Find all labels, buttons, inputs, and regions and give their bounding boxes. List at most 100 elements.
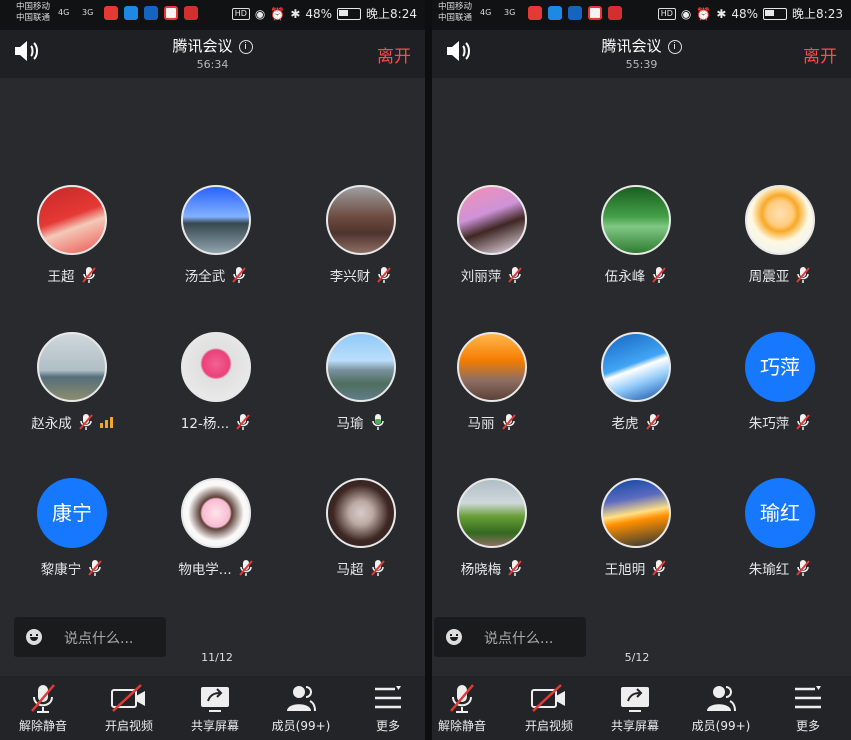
- hd-icon: HD: [231, 7, 250, 20]
- mic-active-icon: [371, 414, 384, 430]
- members-button[interactable]: 成员(99+): [259, 680, 343, 734]
- chat-input[interactable]: 说点什么...: [434, 617, 586, 657]
- share-screen-icon: [621, 687, 649, 712]
- mic-muted-icon: [377, 267, 392, 283]
- participant-tile[interactable]: 巧萍 朱巧萍: [710, 332, 850, 432]
- emoji-icon[interactable]: [26, 629, 42, 645]
- mic-muted-icon: [370, 560, 385, 576]
- start-video-label: 开启视频: [104, 719, 153, 733]
- status-bar: 中国移动 中国联通 4G 3G HD ◉ ⏰ ✱ 48% 晚上8:23: [432, 0, 851, 30]
- share-screen-label: 共享屏幕: [190, 719, 239, 733]
- share-screen-button[interactable]: 共享屏幕: [173, 680, 257, 734]
- meeting-title[interactable]: 腾讯会议 i: [0, 35, 425, 56]
- participant-name: 汤全武: [184, 269, 226, 285]
- participant-name: 马瑜: [336, 416, 364, 432]
- bluetooth-icon: ✱: [290, 6, 301, 21]
- participant-name: 12-杨...: [180, 416, 230, 432]
- carrier-2: 中国联通: [438, 13, 473, 23]
- chat-placeholder: 说点什么...: [64, 631, 134, 647]
- more-button[interactable]: 更多: [766, 680, 850, 734]
- share-screen-button[interactable]: 共享屏幕: [593, 680, 677, 734]
- participant-tile[interactable]: 王旭明: [566, 478, 706, 578]
- participant-name: 马超: [336, 562, 364, 578]
- leave-button[interactable]: 离开: [803, 42, 837, 67]
- participant-name: 刘丽萍: [460, 269, 502, 285]
- participant-tile[interactable]: 伍永峰: [566, 185, 706, 285]
- alarm-icon: ⏰: [696, 6, 712, 21]
- participant-tile[interactable]: 赵永成: [2, 332, 142, 432]
- signal-3g-label: 3G: [82, 8, 94, 17]
- avatar: [181, 185, 251, 255]
- info-icon[interactable]: i: [667, 40, 682, 54]
- participant-tile[interactable]: 王超: [2, 185, 142, 285]
- avatar: [37, 332, 107, 402]
- participant-tile[interactable]: 马超: [291, 478, 425, 578]
- avatar-initials: 瑜红: [745, 478, 815, 548]
- meeting-header: 腾讯会议 i 55:39 离开: [432, 30, 851, 78]
- avatar: [326, 478, 396, 548]
- app-notification-icon: [568, 6, 582, 20]
- participant-tile[interactable]: 马瑜: [291, 332, 425, 432]
- carrier-info: 中国移动 中国联通: [438, 2, 472, 24]
- participant-name: 伍永峰: [604, 269, 646, 285]
- more-label: 更多: [375, 719, 400, 733]
- participant-tile[interactable]: 李兴财: [291, 185, 425, 285]
- meeting-duration: 55:39: [625, 58, 658, 71]
- participant-name: 赵永成: [31, 416, 72, 432]
- mic-muted-icon: [796, 267, 811, 283]
- avatar: [601, 332, 671, 402]
- emoji-icon[interactable]: [446, 629, 462, 645]
- unmute-label: 解除静音: [437, 719, 486, 733]
- unmute-button[interactable]: 解除静音: [432, 680, 504, 734]
- participant-tile[interactable]: 刘丽萍: [432, 185, 562, 285]
- participant-name: 王旭明: [604, 562, 646, 578]
- participant-tile[interactable]: 周震亚: [710, 185, 850, 285]
- leave-button[interactable]: 离开: [377, 42, 411, 67]
- meeting-title[interactable]: 腾讯会议 i: [432, 35, 851, 56]
- members-button[interactable]: 成员(99+): [679, 680, 763, 734]
- info-icon[interactable]: i: [238, 40, 253, 54]
- participant-tile[interactable]: 12-杨...: [146, 332, 286, 432]
- bluetooth-icon: ✱: [716, 6, 727, 21]
- start-video-button[interactable]: 开启视频: [507, 680, 591, 734]
- members-label: 成员(99+): [271, 719, 331, 733]
- members-icon: [287, 686, 316, 712]
- app-notification-icon: [144, 6, 158, 20]
- participant-tile[interactable]: 物电学...: [146, 478, 286, 578]
- battery-percent: 48%: [731, 6, 759, 21]
- participant-name: 王超: [47, 269, 75, 285]
- avatar: [326, 332, 396, 402]
- chat-input[interactable]: 说点什么...: [14, 617, 166, 657]
- signal-strength-icon: [99, 416, 113, 428]
- app-notification-icon: [608, 6, 622, 20]
- app-notification-icon: [164, 6, 178, 20]
- mic-muted-icon: [81, 267, 96, 283]
- participant-tile[interactable]: 杨晓梅: [432, 478, 562, 578]
- clock: 晚上8:24: [366, 7, 417, 21]
- participant-tile[interactable]: 汤全武: [146, 185, 286, 285]
- unmute-label: 解除静音: [18, 719, 67, 733]
- mic-muted-icon: [238, 560, 253, 576]
- participant-tile[interactable]: 康宁 黎康宁: [2, 478, 142, 578]
- more-button[interactable]: 更多: [346, 680, 425, 734]
- clock: 晚上8:23: [792, 7, 843, 21]
- participant-tile[interactable]: 瑜红 朱瑜红: [710, 478, 850, 578]
- avatar: [181, 332, 251, 402]
- app-notification-icon: [184, 6, 198, 20]
- mic-muted-icon: [796, 560, 811, 576]
- app-notification-icon: [548, 6, 562, 20]
- participant-name: 马丽: [467, 416, 495, 432]
- unmute-button[interactable]: 解除静音: [1, 680, 85, 734]
- app-notification-icon: [588, 6, 602, 20]
- video-off-icon: [531, 684, 565, 712]
- participant-tile[interactable]: 马丽: [432, 332, 562, 432]
- avatar: [457, 185, 527, 255]
- carrier-1: 中国移动: [438, 2, 473, 12]
- mic-muted-icon: [508, 267, 523, 283]
- carrier-1: 中国移动: [16, 2, 51, 12]
- participant-name: 物电学...: [178, 562, 232, 578]
- start-video-button[interactable]: 开启视频: [87, 680, 171, 734]
- participant-tile[interactable]: 老虎: [566, 332, 706, 432]
- bottom-toolbar: 解除静音 开启视频 共享屏幕 成员(99+) 更多: [432, 676, 851, 740]
- video-off-icon: [111, 684, 145, 712]
